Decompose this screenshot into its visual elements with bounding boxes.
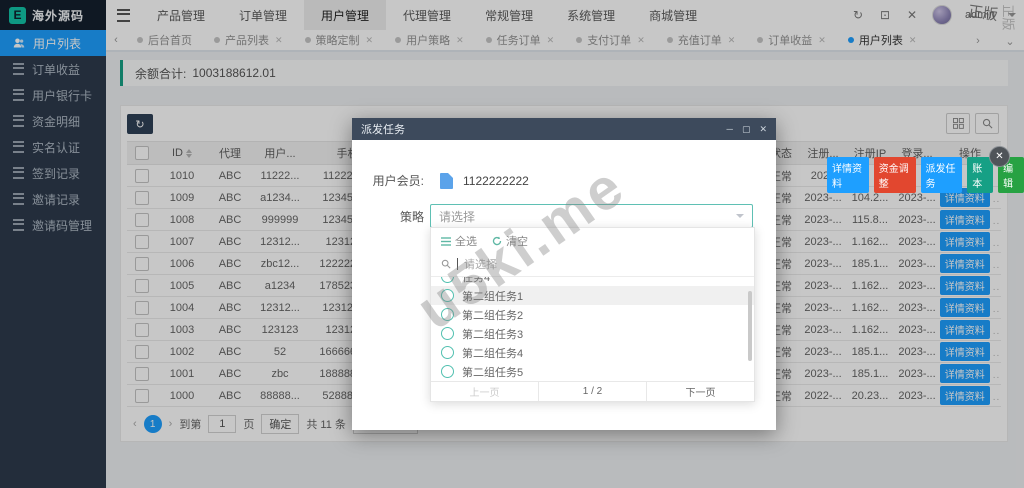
radio-icon	[441, 327, 454, 340]
dropdown-scrollbar[interactable]	[748, 291, 752, 361]
clear-action[interactable]: 清空	[492, 233, 528, 249]
dropdown-tools: 全选 清空	[431, 228, 754, 252]
radio-icon	[441, 308, 454, 321]
dropdown-pagination: 上一页 1 / 2 下一页	[431, 381, 754, 401]
dropdown-options: 任务4 第二组任务1 第二组任务2 第二组任务3 第二组任务4 第二组任务5	[431, 277, 754, 381]
detail-button[interactable]: 详情资料	[827, 157, 869, 193]
ledger-button[interactable]: 账本	[967, 157, 994, 193]
option-label: 第二组任务1	[462, 290, 524, 303]
option-label: 第二组任务4	[462, 347, 524, 360]
member-label: 用户会员:	[372, 174, 424, 188]
chevron-down-icon	[736, 214, 744, 218]
radio-icon	[441, 277, 454, 283]
minimize-icon[interactable]: ─	[727, 124, 733, 135]
dropdown-next-button[interactable]: 下一页	[647, 382, 754, 401]
app-root: E 海外源码 产品管理 订单管理 用户管理 代理管理 常规管理 系统管理 商城管…	[0, 0, 1024, 488]
option-label: 第二组任务2	[462, 309, 524, 322]
dropdown-option[interactable]: 任务4	[431, 277, 754, 286]
strategy-dropdown: 全选 清空 请选择 任务4 第二组任务1 第二组任务2 第二组任务3 第二组任务…	[430, 227, 755, 402]
adjust-funds-button[interactable]: 资金调整	[873, 157, 916, 193]
maximize-icon[interactable]: ▢	[742, 124, 751, 135]
dropdown-option[interactable]: 第二组任务4	[431, 343, 754, 362]
dropdown-option[interactable]: 第二组任务3	[431, 324, 754, 343]
member-row: 用户会员: 1122222222	[352, 172, 529, 189]
radio-icon	[441, 289, 454, 302]
radio-icon	[441, 346, 454, 359]
strategy-select[interactable]: 请选择	[430, 204, 753, 228]
strategy-label: 策略	[399, 209, 424, 224]
option-label: 第二组任务3	[462, 328, 524, 341]
strategy-row: 策略 请选择	[352, 204, 753, 228]
modal-title: 派发任务	[361, 124, 405, 136]
dropdown-prev-button[interactable]: 上一页	[431, 382, 539, 401]
list-icon	[441, 236, 451, 246]
dropdown-page-indicator: 1 / 2	[539, 382, 647, 401]
select-all-action[interactable]: 全选	[441, 233, 477, 249]
dropdown-option[interactable]: 第二组任务5	[431, 362, 754, 381]
dispatch-task-modal: 派发任务 ─ ▢ ✕ 用户会员: 1122222222 策略 请选择 全选 清空…	[352, 118, 776, 430]
file-icon	[440, 172, 453, 189]
close-icon[interactable]: ✕	[759, 124, 767, 135]
select-all-label: 全选	[455, 236, 477, 248]
dropdown-search[interactable]: 请选择	[431, 252, 754, 277]
member-value: 1122222222	[463, 173, 529, 188]
dispatch-task-button[interactable]: 派发任务	[920, 157, 963, 193]
dropdown-option[interactable]: 第二组任务2	[431, 305, 754, 324]
clear-icon	[492, 236, 502, 246]
popup-close-button[interactable]: ✕	[989, 146, 1010, 167]
option-label: 任务4	[462, 277, 491, 284]
clear-label: 清空	[506, 236, 528, 248]
radio-icon	[441, 365, 454, 378]
dropdown-option[interactable]: 第二组任务1	[431, 286, 754, 305]
modal-body: 用户会员: 1122222222 策略 请选择 全选 清空 请选择 任务4 第二…	[352, 140, 776, 430]
dropdown-search-placeholder: 请选择	[464, 259, 497, 271]
strategy-select-placeholder: 请选择	[439, 209, 476, 224]
option-label: 第二组任务5	[462, 366, 524, 379]
modal-titlebar: 派发任务 ─ ▢ ✕	[352, 118, 776, 140]
search-icon	[441, 259, 451, 269]
text-cursor	[457, 258, 458, 270]
